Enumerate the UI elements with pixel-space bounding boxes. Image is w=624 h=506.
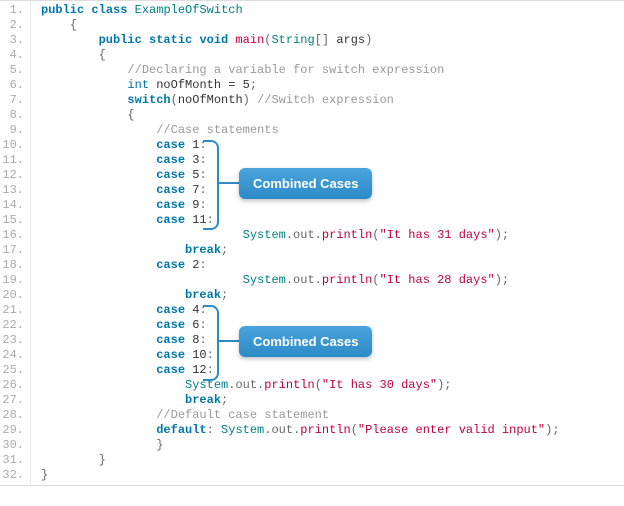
annotation-label-1: Combined Cases xyxy=(239,168,372,199)
code-line: { xyxy=(41,18,624,33)
code-line: { xyxy=(41,108,624,123)
line-number: 28. xyxy=(2,408,24,423)
line-number: 27. xyxy=(2,393,24,408)
line-number: 3. xyxy=(2,33,24,48)
connector-2 xyxy=(217,340,239,342)
code-line: System.out.println("It has 31 days"); xyxy=(41,228,624,243)
line-number: 6. xyxy=(2,78,24,93)
code-line: public class ExampleOfSwitch xyxy=(41,3,624,18)
line-number: 2. xyxy=(2,18,24,33)
code-line: case 2: xyxy=(41,258,624,273)
code-line: case 1: xyxy=(41,138,624,153)
line-number: 19. xyxy=(2,273,24,288)
line-number: 26. xyxy=(2,378,24,393)
line-number: 21. xyxy=(2,303,24,318)
line-number: 16. xyxy=(2,228,24,243)
line-number: 32. xyxy=(2,468,24,483)
code-line: public static void main(String[] args) xyxy=(41,33,624,48)
bracket-annotation-2 xyxy=(203,305,219,381)
code-line: default: System.out.println("Please ente… xyxy=(41,423,624,438)
line-number: 22. xyxy=(2,318,24,333)
code-line: case 12: xyxy=(41,363,624,378)
connector-1 xyxy=(217,182,239,184)
line-number: 30. xyxy=(2,438,24,453)
line-number: 18. xyxy=(2,258,24,273)
line-number: 10. xyxy=(2,138,24,153)
code-line: //Declaring a variable for switch expres… xyxy=(41,63,624,78)
line-number: 11. xyxy=(2,153,24,168)
line-number: 13. xyxy=(2,183,24,198)
code-line: switch(noOfMonth) //Switch expression xyxy=(41,93,624,108)
line-number: 29. xyxy=(2,423,24,438)
line-number: 8. xyxy=(2,108,24,123)
code-line: } xyxy=(41,453,624,468)
code-editor: 1.2.3.4.5.6.7.8.9.10.11.12.13.14.15.16.1… xyxy=(0,0,624,486)
code-line: System.out.println("It has 30 days"); xyxy=(41,378,624,393)
code-line: { xyxy=(41,48,624,63)
line-number: 20. xyxy=(2,288,24,303)
line-number: 23. xyxy=(2,333,24,348)
code-line: case 9: xyxy=(41,198,624,213)
line-number: 9. xyxy=(2,123,24,138)
code-line: System.out.println("It has 28 days"); xyxy=(41,273,624,288)
code-line: } xyxy=(41,438,624,453)
code-line: break; xyxy=(41,288,624,303)
code-area: Combined Cases Combined Cases public cla… xyxy=(31,1,624,485)
line-number: 24. xyxy=(2,348,24,363)
line-number: 17. xyxy=(2,243,24,258)
code-line: case 3: xyxy=(41,153,624,168)
line-number-gutter: 1.2.3.4.5.6.7.8.9.10.11.12.13.14.15.16.1… xyxy=(0,1,31,485)
code-line: case 11: xyxy=(41,213,624,228)
annotation-label-2: Combined Cases xyxy=(239,326,372,357)
line-number: 14. xyxy=(2,198,24,213)
code-line: //Case statements xyxy=(41,123,624,138)
line-number: 7. xyxy=(2,93,24,108)
line-number: 12. xyxy=(2,168,24,183)
line-number: 15. xyxy=(2,213,24,228)
code-line: break; xyxy=(41,393,624,408)
line-number: 5. xyxy=(2,63,24,78)
code-line: case 4: xyxy=(41,303,624,318)
line-number: 25. xyxy=(2,363,24,378)
code-line: } xyxy=(41,468,624,483)
line-number: 1. xyxy=(2,3,24,18)
line-number: 31. xyxy=(2,453,24,468)
bracket-annotation-1 xyxy=(203,140,219,230)
code-line: int noOfMonth = 5; xyxy=(41,78,624,93)
line-number: 4. xyxy=(2,48,24,63)
code-line: //Default case statement xyxy=(41,408,624,423)
code-line: break; xyxy=(41,243,624,258)
